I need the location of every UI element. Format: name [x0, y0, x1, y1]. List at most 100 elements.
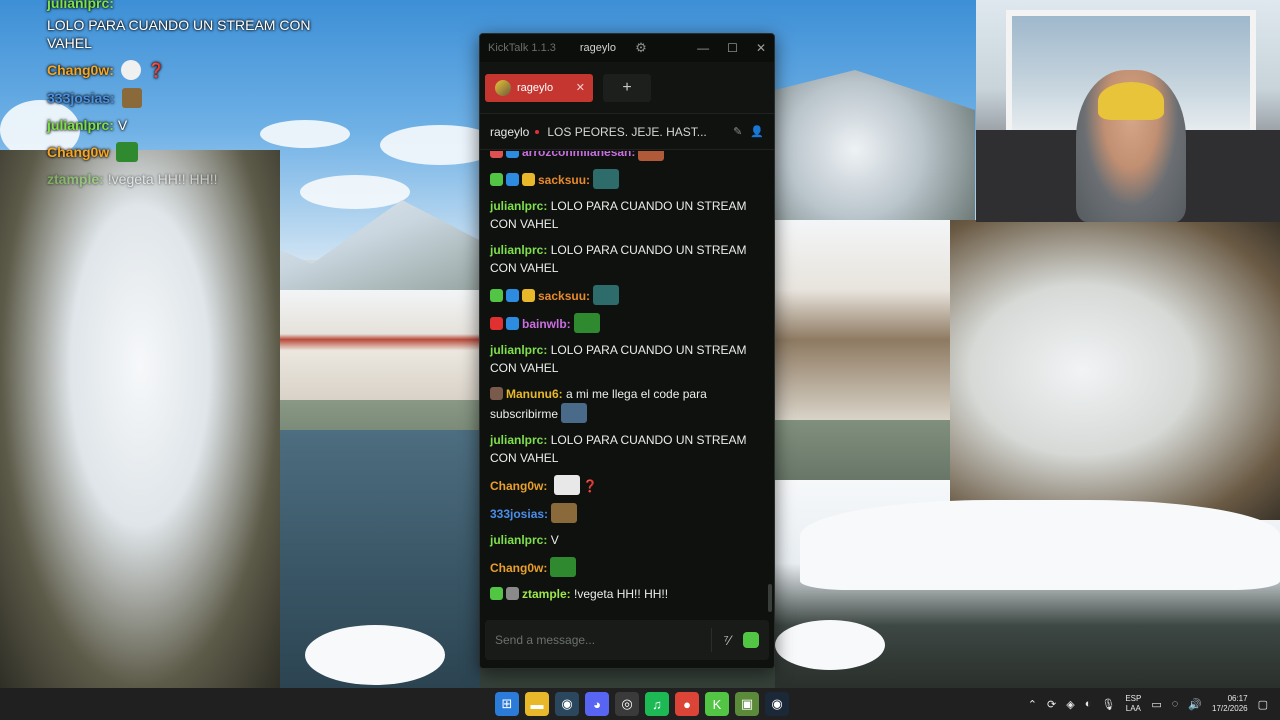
- chat-message[interactable]: Chang0w:: [490, 557, 764, 577]
- steam-icon[interactable]: ◉: [765, 692, 789, 716]
- chat-username[interactable]: arrozconmilanesah:: [522, 151, 635, 159]
- chat-message[interactable]: sacksuu:: [490, 285, 764, 305]
- chat-message[interactable]: arrozconmilanesah:: [490, 151, 764, 161]
- wallpaper-village: [280, 290, 480, 400]
- badge-icon: [490, 151, 503, 158]
- language-indicator[interactable]: ESP LAA: [1125, 694, 1141, 714]
- title-bar[interactable]: KickTalk 1.1.3 rageylo ⚙ — ☐ ✕: [480, 34, 774, 62]
- tab-rageylo[interactable]: rageylo ✕: [485, 73, 593, 102]
- badge-icon: [506, 289, 519, 302]
- user-icon[interactable]: 👤: [750, 125, 764, 138]
- steam-icon[interactable]: ◉: [555, 692, 579, 716]
- overlay-username: julianlprc:: [47, 117, 114, 133]
- stream-title: LOS PEORES. JEJE. HAST...: [547, 124, 707, 139]
- keyboard-layout: LAA: [1125, 704, 1141, 713]
- obs-icon[interactable]: ◎: [615, 692, 639, 716]
- chat-message[interactable]: Manunu6: a mi me llega el code para subs…: [490, 385, 764, 423]
- chat-message[interactable]: bainwlb:: [490, 313, 764, 333]
- pin-icon[interactable]: ✎: [733, 125, 742, 138]
- live-indicator-icon: [535, 129, 540, 134]
- chat-username[interactable]: 333josias:: [490, 507, 548, 521]
- spotify-icon[interactable]: ♫: [645, 692, 669, 716]
- translate-icon[interactable]: ⁷⁄: [724, 632, 731, 648]
- chat-message[interactable]: julianlprc: LOLO PARA CUANDO UN STREAM C…: [490, 341, 764, 377]
- chat-username[interactable]: sacksuu:: [538, 289, 590, 303]
- badge-icon: [506, 173, 519, 186]
- minimize-button[interactable]: —: [697, 41, 709, 55]
- chat-scrollbar[interactable]: [768, 584, 772, 612]
- clock-time: 06:17: [1227, 694, 1248, 703]
- language-code: ESP: [1125, 694, 1142, 703]
- emote-icon: [638, 151, 665, 161]
- chat-messages[interactable]: arrozconmilanesah: sacksuu: julianlprc: LO…: [480, 151, 770, 615]
- badge-icon: [506, 151, 519, 158]
- emote-icon: [551, 503, 578, 523]
- wallpaper-snow-bank: [305, 625, 445, 685]
- overlay-username: julianlprc:: [47, 0, 114, 11]
- chat-username[interactable]: bainwlb:: [522, 317, 571, 331]
- channel-actions: ✎ 👤: [733, 125, 764, 138]
- chat-username[interactable]: Chang0w:: [490, 561, 547, 575]
- volume-icon[interactable]: 🔊: [1188, 698, 1202, 711]
- tab-label: rageylo: [517, 81, 554, 94]
- chrome-icon[interactable]: ●: [675, 692, 699, 716]
- emote-icon: [120, 60, 141, 80]
- notification-icon[interactable]: ▢: [1258, 698, 1268, 711]
- channel-name[interactable]: rageylo: [490, 125, 529, 139]
- chat-message-text: !vegeta HH!! HH!!: [574, 587, 669, 601]
- close-button[interactable]: ✕: [756, 41, 766, 55]
- headset-icon[interactable]: ◐: [1085, 698, 1092, 710]
- overlay-username: ztample:: [47, 171, 104, 187]
- chat-message[interactable]: julianlprc: LOLO PARA CUANDO UN STREAM C…: [490, 197, 764, 233]
- chat-message[interactable]: Chang0w: ❓: [490, 475, 764, 495]
- minecraft-icon[interactable]: ▣: [735, 692, 759, 716]
- badge-icon: [490, 173, 503, 186]
- sync-icon[interactable]: ⟳: [1047, 698, 1056, 711]
- microphone-icon[interactable]: 🎙: [1101, 698, 1115, 711]
- start-icon[interactable]: ⊞: [495, 692, 519, 716]
- badge-icon: [490, 387, 503, 400]
- webcam-overlay: [976, 0, 1280, 222]
- add-tab-button[interactable]: +: [603, 73, 651, 102]
- chat-username[interactable]: julianlprc:: [490, 199, 547, 213]
- security-icon[interactable]: ◈: [1066, 698, 1074, 711]
- chat-username[interactable]: julianlprc:: [490, 433, 547, 447]
- chevron-up-icon[interactable]: ⌃: [1028, 698, 1037, 711]
- monitor-icon[interactable]: ▭: [1151, 698, 1161, 711]
- gear-icon[interactable]: ⚙: [634, 41, 648, 55]
- discord-icon[interactable]: ◕: [585, 692, 609, 716]
- close-icon[interactable]: ✕: [576, 81, 585, 94]
- overlay-chat-line: ztample: !vegeta HH!! HH!!: [47, 170, 367, 188]
- chat-message[interactable]: sacksuu:: [490, 169, 764, 189]
- chat-username[interactable]: sacksuu:: [538, 173, 590, 187]
- chat-message[interactable]: ztample: !vegeta HH!! HH!!: [490, 585, 764, 603]
- system-tray: ⌃ ⟳ ◈ ◐ 🎙 ESP LAA ▭ ◌ 🔊 06:17 17/2/2026 …: [1028, 688, 1268, 720]
- chatroom-tabs: rageylo ✕ +: [480, 62, 774, 114]
- current-user[interactable]: rageylo: [580, 42, 616, 54]
- chat-message[interactable]: julianlprc: LOLO PARA CUANDO UN STREAM C…: [490, 431, 764, 467]
- chat-username[interactable]: julianlprc:: [490, 243, 547, 257]
- kicktalk-icon[interactable]: K: [705, 692, 729, 716]
- chat-message[interactable]: julianlprc: V: [490, 531, 764, 549]
- app-name: KickTalk 1.1.3: [488, 42, 556, 54]
- overlay-username: Chang0w:: [47, 62, 114, 78]
- maximize-button[interactable]: ☐: [727, 41, 738, 55]
- overlay-chat-line: julianlprc: V: [47, 116, 367, 134]
- chat-username[interactable]: julianlprc:: [490, 533, 547, 547]
- emote-picker-icon[interactable]: [743, 632, 759, 648]
- plus-icon: +: [622, 78, 632, 96]
- wallpaper-snow-bank: [800, 500, 1280, 590]
- network-icon[interactable]: ◌: [1172, 698, 1179, 710]
- chat-username[interactable]: ztample:: [522, 587, 571, 601]
- clock-date: 17/2/2026: [1212, 704, 1248, 713]
- chat-username[interactable]: Chang0w:: [490, 479, 547, 493]
- chat-username[interactable]: Manunu6:: [506, 387, 563, 401]
- taskbar-apps: ⊞ ▬ ◉ ◕ ◎ ♫ ● K ▣ ◉: [495, 692, 789, 716]
- message-input[interactable]: [495, 633, 699, 647]
- input-divider: [710, 628, 712, 652]
- chat-username[interactable]: julianlprc:: [490, 343, 547, 357]
- chat-message[interactable]: julianlprc: LOLO PARA CUANDO UN STREAM C…: [490, 241, 764, 277]
- chat-message[interactable]: 333josias:: [490, 503, 764, 523]
- clock[interactable]: 06:17 17/2/2026: [1212, 694, 1248, 714]
- folder-icon[interactable]: ▬: [525, 692, 549, 716]
